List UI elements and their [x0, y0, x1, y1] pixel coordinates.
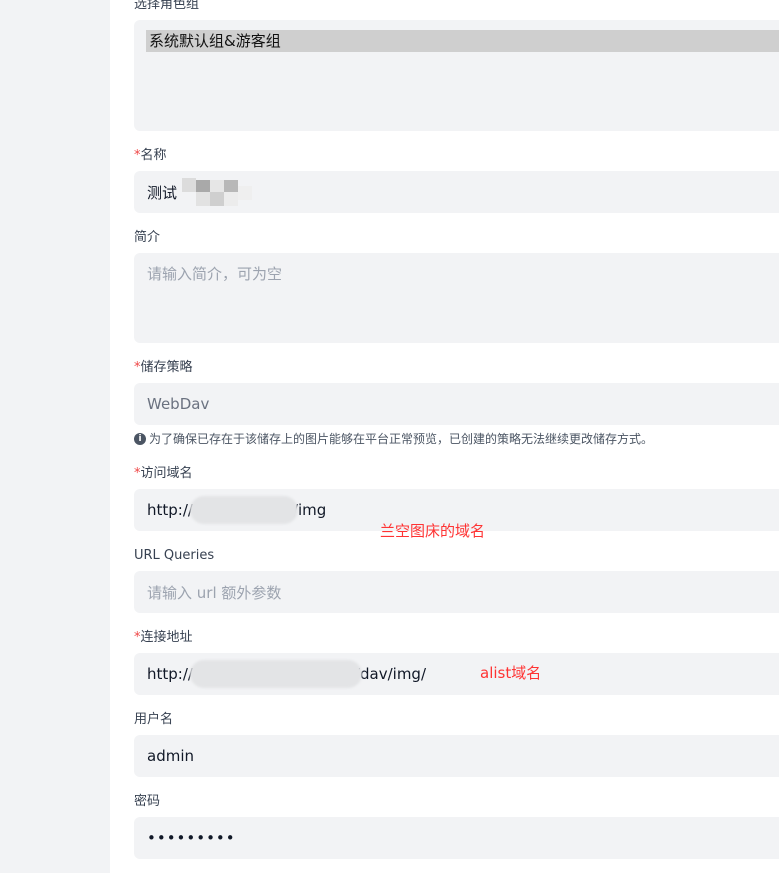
- connect-address-label: *连接地址: [134, 630, 193, 645]
- access-domain-prefix: http://: [147, 501, 193, 519]
- name-label: *名称: [134, 148, 167, 163]
- connect-address-prefix: http://: [147, 665, 193, 683]
- role-group-label: 选择角色组: [134, 0, 200, 12]
- url-queries-input[interactable]: 请输入 url 额外参数: [134, 571, 779, 613]
- role-group-select[interactable]: 系统默认组&游客组: [134, 20, 779, 131]
- password-label: 密码: [134, 794, 161, 809]
- storage-hint-text: 为了确保已存在于该储存上的图片能够在平台正常预览，已创建的策略无法继续更改储存方…: [149, 432, 654, 446]
- storage-hint: i 为了确保已存在于该储存上的图片能够在平台正常预览，已创建的策略无法继续更改储…: [134, 430, 653, 447]
- access-domain-label: *访问域名: [134, 466, 193, 481]
- info-icon: i: [134, 432, 146, 445]
- intro-textarea[interactable]: 请输入简介，可为空: [134, 253, 779, 343]
- connect-address-redaction: [190, 660, 362, 688]
- connect-address-annotation: alist域名: [480, 664, 542, 682]
- url-queries-label: URL Queries: [134, 548, 215, 563]
- intro-label: 简介: [134, 230, 161, 245]
- username-label: 用户名: [134, 712, 174, 727]
- connect-address-suffix: /dav/img/: [354, 665, 427, 683]
- username-input[interactable]: admin: [134, 735, 779, 777]
- storage-label: *储存策略: [134, 360, 193, 375]
- password-input[interactable]: •••••••••: [134, 817, 779, 859]
- name-value: 测试: [147, 183, 178, 202]
- storage-policy-field: WebDav: [134, 383, 779, 425]
- left-sidebar-background: [0, 0, 110, 873]
- access-domain-annotation: 兰空图床的域名: [380, 522, 486, 540]
- role-group-selected-option[interactable]: 系统默认组&游客组: [146, 30, 779, 52]
- access-domain-redaction: [190, 496, 298, 524]
